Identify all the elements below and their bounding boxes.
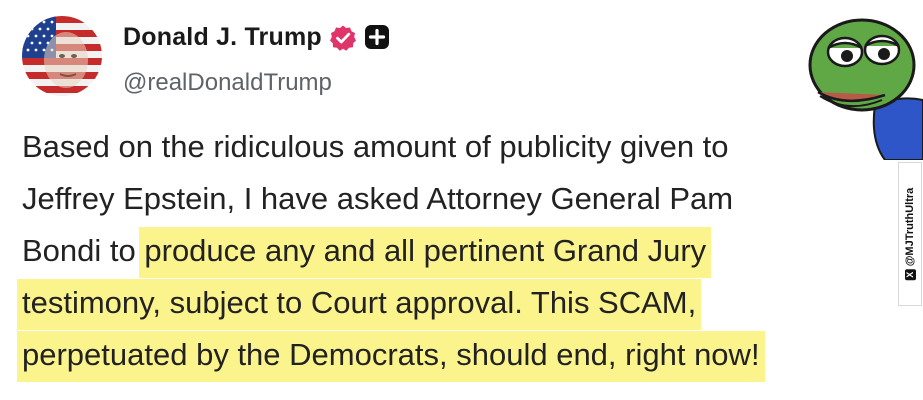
highlighted-text: perpetuated by the Democrats, should end… [19,333,763,380]
author-header: Donald J. Trump [123,23,392,52]
x-logo-icon: X [904,269,916,281]
author-handle[interactable]: @realDonaldTrump [123,69,332,97]
plus-badge-icon [364,24,392,52]
avatar[interactable] [22,16,102,96]
post-body-line-1: Based on the ridiculous amount of public… [22,129,729,164]
post-body-line-5: perpetuated by the Democrats, should end… [19,329,902,381]
post-body-line-4: testimony, subject to Court approval. Th… [19,277,902,329]
post-body-line-3-plain: Bondi to [22,233,145,268]
post-body: Based on the ridiculous amount of public… [19,121,902,381]
pepe-frog-sticker-icon [790,0,923,161]
watermark-text: @MJTruthUltra [904,187,916,267]
post-body-line-2: Jeffrey Epstein, I have asked Attorney G… [22,181,734,216]
highlighted-text: testimony, subject to Court approval. Th… [19,281,700,328]
post-body-line-3: Bondi to produce any and all pertinent G… [22,225,902,277]
highlighted-text: produce any and all pertinent Grand Jury [141,229,710,276]
watermark: X @MJTruthUltra [898,162,922,306]
avatar-flag-face-image [22,16,102,96]
author-display-name[interactable]: Donald J. Trump [123,23,322,52]
post-card: Donald J. Trump @realDonaldTrump Based o… [0,0,923,400]
verified-check-icon [329,24,357,52]
